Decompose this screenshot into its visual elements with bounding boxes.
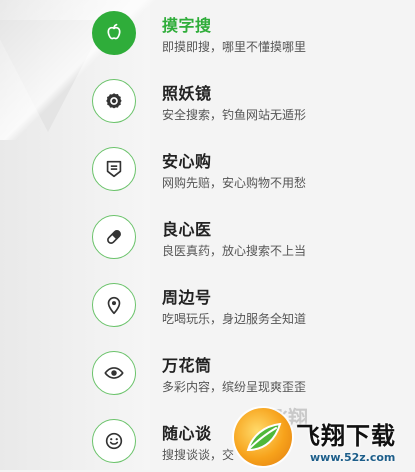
feature-item-nearby[interactable]: 周边号 吃喝玩乐，身边服务全知道 — [0, 274, 415, 336]
feature-title: 万花筒 — [162, 356, 212, 375]
location-pin-icon — [107, 296, 121, 315]
gear-icon — [106, 93, 122, 109]
eye-icon — [104, 367, 124, 379]
feature-description: 安全搜索，钓鱼网站无遁形 — [162, 108, 307, 122]
feature-item-touch-search[interactable]: 摸字搜 即摸即搜，哪里不懂摸哪里 — [0, 2, 415, 64]
feature-list: 摸字搜 即摸即搜，哪里不懂摸哪里 照妖镜 安全搜索，钓鱼网站无遁形 安心购 网购… — [0, 0, 415, 470]
feature-icon-badge[interactable] — [92, 419, 136, 463]
feature-description: 多彩内容，缤纷呈现爽歪歪 — [162, 380, 307, 394]
feature-icon-badge[interactable] — [92, 79, 136, 123]
watermark-logo — [234, 408, 292, 466]
feature-icon-badge[interactable] — [92, 147, 136, 191]
feature-title: 良心医 — [162, 220, 212, 239]
feature-title: 随心谈 — [162, 424, 212, 443]
feature-item-kaleidoscope[interactable]: 万花筒 多彩内容，缤纷呈现爽歪歪 — [0, 342, 415, 404]
watermark-url: www.52z.com — [310, 451, 396, 464]
feature-description: 吃喝玩乐，身边服务全知道 — [162, 312, 307, 326]
feature-title: 摸字搜 — [162, 16, 212, 35]
feature-title: 周边号 — [162, 288, 212, 307]
leaf-logo-icon — [246, 422, 282, 452]
shield-icon — [106, 160, 122, 178]
feature-title: 安心购 — [162, 152, 212, 171]
feature-description: 搜搜谈谈，交 — [162, 448, 235, 462]
feature-item-safe-shopping[interactable]: 安心购 网购先赔，安心购物不用愁 — [0, 138, 415, 200]
apple-icon — [107, 23, 121, 40]
watermark-title: 飞翔下载 — [296, 422, 396, 450]
feature-item-medical[interactable]: 良心医 良医真药，放心搜索不上当 — [0, 206, 415, 268]
feature-icon-badge[interactable] — [92, 351, 136, 395]
feature-icon-badge[interactable] — [92, 215, 136, 259]
feature-description: 良医真药，放心搜索不上当 — [162, 244, 307, 258]
feature-icon-badge[interactable] — [92, 11, 136, 55]
feature-description: 即摸即搜，哪里不懂摸哪里 — [162, 40, 307, 54]
feature-item-mirror[interactable]: 照妖镜 安全搜索，钓鱼网站无遁形 — [0, 70, 415, 132]
feature-icon-badge[interactable] — [92, 283, 136, 327]
pill-icon — [107, 230, 121, 244]
smiley-icon — [105, 432, 123, 450]
feature-description: 网购先赔，安心购物不用愁 — [162, 176, 307, 190]
feature-title: 照妖镜 — [162, 84, 212, 103]
